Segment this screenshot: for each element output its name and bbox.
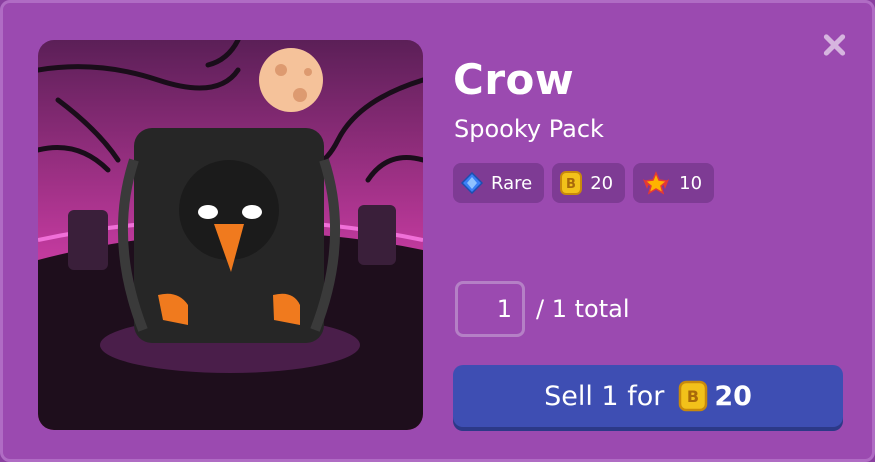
close-icon[interactable] <box>817 29 851 63</box>
rare-gem-icon <box>461 172 483 194</box>
sell-button[interactable]: Sell 1 for B 20 <box>453 365 843 427</box>
coin-icon: B <box>560 171 583 195</box>
coin-value-badge: B 20 <box>552 163 626 203</box>
sell-button-amount: 20 <box>714 380 752 412</box>
svg-text:B: B <box>566 177 576 192</box>
item-pack-name: Spooky Pack <box>454 115 604 143</box>
item-badges: Rare B 20 10 <box>453 163 715 203</box>
crow-image <box>38 40 423 430</box>
xp-value: 10 <box>679 172 703 194</box>
crow-artwork <box>38 40 423 430</box>
rarity-badge: Rare <box>453 163 545 203</box>
rarity-label: Rare <box>491 172 533 194</box>
quantity-total: / 1 total <box>536 295 630 323</box>
quantity-input[interactable]: 1 <box>455 281 525 337</box>
svg-text:B: B <box>687 387 699 406</box>
sell-button-label: Sell 1 for <box>544 380 665 412</box>
item-info-modal: Crow Spooky Pack Rare B 20 10 1 / 1 tota… <box>0 0 875 462</box>
coin-value: 20 <box>590 172 614 194</box>
item-title: Crow <box>453 55 575 104</box>
xp-value-badge: 10 <box>633 163 715 203</box>
xp-star-icon <box>643 171 670 195</box>
coin-icon: B <box>679 380 708 412</box>
